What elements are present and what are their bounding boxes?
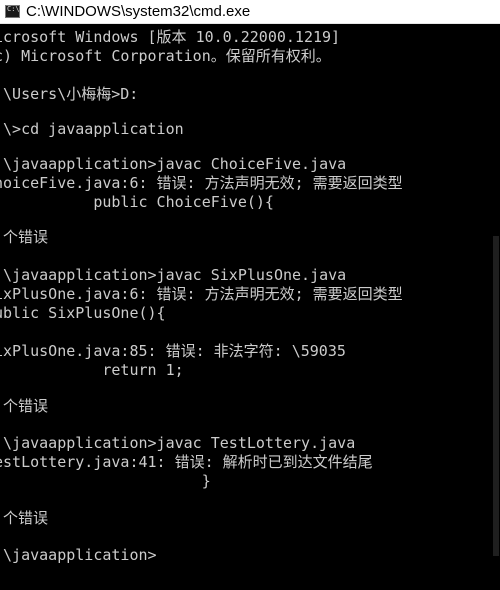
console-line: :\>cd javaapplication: [0, 120, 184, 138]
console-line: ublic SixPlusOne(){: [0, 304, 166, 322]
console-line: :\javaapplication>: [0, 546, 157, 564]
console-line: :\Users\小梅梅>D:: [0, 85, 139, 103]
scrollbar-thumb[interactable]: [493, 236, 499, 556]
console-output[interactable]: icrosoft Windows [版本 10.0.22000.1219] c)…: [0, 26, 490, 590]
window-title: C:\WINDOWS\system32\cmd.exe: [26, 3, 251, 20]
console-line: 个错误: [3, 397, 49, 415]
title-bar[interactable]: C:\WINDOWS\system32\cmd.exe: [0, 0, 500, 24]
console-line: public ChoiceFive(){: [0, 193, 274, 211]
console-line: }: [0, 472, 211, 490]
cmd-window: C:\WINDOWS\system32\cmd.exe icrosoft Win…: [0, 0, 500, 590]
cmd-app-icon[interactable]: [5, 5, 20, 18]
console-line: return 1;: [0, 361, 184, 379]
vertical-scrollbar[interactable]: [492, 26, 500, 590]
console-line: c) Microsoft Corporation。保留所有权利。: [0, 47, 331, 65]
console-line: 个错误: [3, 509, 49, 527]
console-line: 个错误: [3, 228, 49, 246]
